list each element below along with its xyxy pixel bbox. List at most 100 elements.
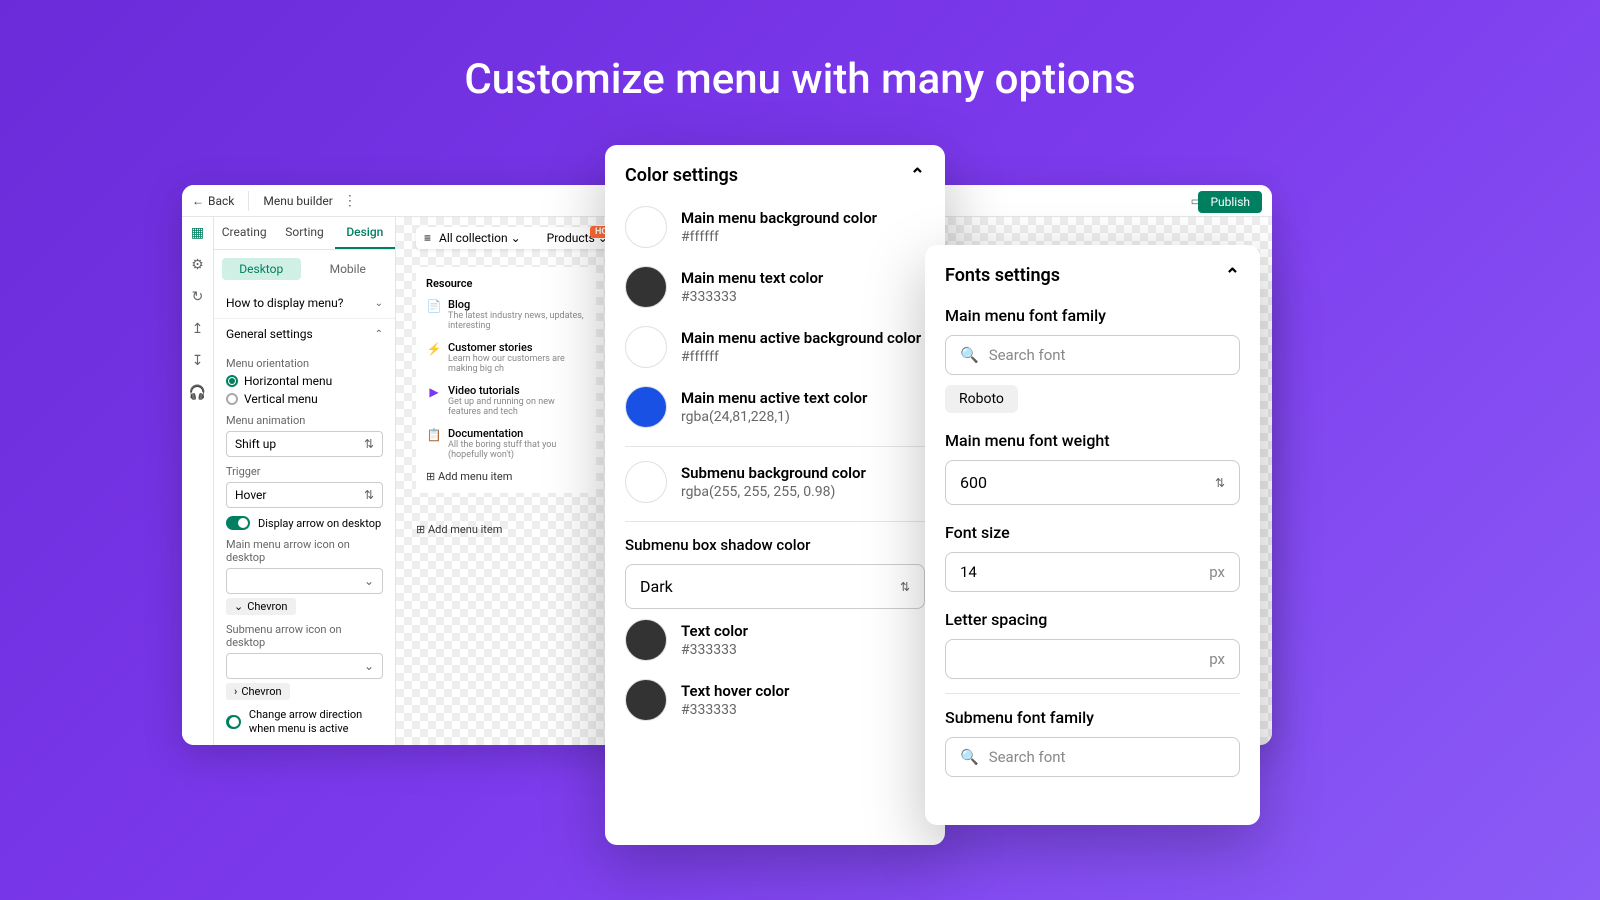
resource-title: Blog: [448, 298, 586, 311]
animation-label: Menu animation: [226, 414, 383, 427]
resource-title: Video tutorials: [448, 384, 586, 397]
color-row[interactable]: Main menu background color #ffffff: [625, 206, 925, 248]
color-swatch: [625, 461, 667, 503]
size-input[interactable]: 14px: [945, 552, 1240, 592]
radio-horizontal-label: Horizontal menu: [244, 374, 332, 388]
resource-title: Customer stories: [448, 341, 586, 354]
back-label: Back: [208, 194, 234, 208]
trigger-select[interactable]: Hover⇅: [226, 482, 383, 508]
color-title: Main menu active background color: [681, 329, 921, 347]
menu-all-collection[interactable]: All collection ⌄: [439, 231, 521, 245]
animation-select[interactable]: Shift up⇅: [226, 431, 383, 457]
weight-select[interactable]: 600⇅: [945, 460, 1240, 505]
section-howto[interactable]: How to display menu? ⌄: [226, 296, 383, 310]
kebab-icon[interactable]: ⋮: [343, 193, 357, 209]
font-search-input[interactable]: 🔍Search font: [945, 335, 1240, 375]
shadow-label: Submenu box shadow color: [625, 536, 925, 554]
toggle-display-arrow[interactable]: [226, 516, 250, 530]
resource-desc: The latest industry news, updates, inter…: [448, 311, 586, 331]
sidebar-rail: ▦ ⚙ ↻ ↥ ↧ 🎧: [182, 217, 214, 745]
radio-vertical[interactable]: Vertical menu: [226, 392, 383, 406]
viewtab-mobile[interactable]: Mobile: [309, 258, 388, 280]
color-swatch: [625, 386, 667, 428]
tabs: Creating Sorting Design: [214, 217, 395, 250]
search-icon: 🔍: [960, 748, 979, 766]
main-arrow-chip[interactable]: ⌄ Chevron: [226, 598, 296, 615]
resource-item[interactable]: 📄 BlogThe latest industry news, updates, …: [426, 298, 586, 331]
color-value: #333333: [681, 642, 748, 658]
color-title: Main menu background color: [681, 209, 877, 227]
tab-sorting[interactable]: Sorting: [274, 217, 334, 249]
viewtab-desktop[interactable]: Desktop: [222, 258, 301, 280]
spacing-label: Letter spacing: [945, 610, 1240, 629]
add-menu-item-outer[interactable]: ⊞ Add menu item: [416, 523, 502, 536]
sub-font-search-input[interactable]: 🔍Search font: [945, 737, 1240, 777]
radio-vertical-label: Vertical menu: [244, 392, 318, 406]
color-row[interactable]: Text color #333333: [625, 619, 925, 661]
color-row[interactable]: Text hover color#333333: [625, 679, 925, 721]
dropdown-icon: ⇅: [364, 488, 374, 502]
color-row[interactable]: Main menu text color #333333: [625, 266, 925, 308]
page-title: Menu builder: [263, 194, 332, 208]
color-title: Main menu text color: [681, 269, 823, 287]
chevron-down-icon: ⌄: [511, 231, 521, 245]
hamburger-icon[interactable]: ≡: [424, 231, 431, 245]
color-title: Text color: [681, 622, 748, 640]
rail-sync-icon[interactable]: ↻: [190, 289, 206, 305]
color-value: rgba(24,81,228,1): [681, 409, 867, 425]
rail-upload-icon[interactable]: ↥: [190, 321, 206, 337]
sub-arrow-label: Submenu arrow icon on desktop: [226, 623, 383, 649]
sub-family-label: Submenu font family: [945, 708, 1240, 727]
tab-design[interactable]: Design: [335, 217, 395, 249]
resource-desc: Get up and running on new features and t…: [448, 397, 586, 417]
resource-item[interactable]: 📋DocumentationAll the boring stuff that …: [426, 427, 586, 460]
rail-download-icon[interactable]: ↧: [190, 353, 206, 369]
size-value: 14: [960, 563, 977, 581]
spacing-input[interactable]: px: [945, 639, 1240, 679]
radio-off-icon: [226, 393, 238, 405]
color-value: #ffffff: [681, 229, 877, 245]
toggle-change-arrow[interactable]: [226, 715, 241, 729]
menu-toolbar: ≡ All collection ⌄ Products ⌄HOT: [416, 227, 616, 249]
main-arrow-label: Main menu arrow icon on desktop: [226, 538, 383, 564]
color-row[interactable]: Main menu active background color#ffffff: [625, 326, 925, 368]
resource-item[interactable]: ⚡Customer storiesLearn how our customers…: [426, 341, 586, 374]
resource-icon: 📋: [426, 427, 442, 443]
font-chip-roboto[interactable]: Roboto: [945, 385, 1018, 413]
back-button[interactable]: ← Back: [192, 194, 234, 208]
main-arrow-select[interactable]: ⌄: [226, 568, 383, 594]
menu-products[interactable]: Products ⌄HOT: [547, 231, 608, 245]
chevron-down-icon: ⌄: [364, 659, 374, 673]
radio-horizontal[interactable]: Horizontal menu: [226, 374, 383, 388]
color-swatch: [625, 206, 667, 248]
main-family-label: Main menu font family: [945, 306, 1240, 325]
chevron-down-icon: ⌄: [375, 298, 383, 309]
chevron-up-icon[interactable]: ⌃: [910, 165, 925, 186]
tab-creating[interactable]: Creating: [214, 217, 274, 249]
publish-button[interactable]: Publish: [1198, 191, 1262, 213]
rail-menu-icon[interactable]: ▦: [190, 225, 206, 241]
sub-arrow-select[interactable]: ⌄: [226, 653, 383, 679]
section-general-label: General settings: [226, 327, 313, 341]
chevron-up-icon[interactable]: ⌃: [1225, 265, 1240, 286]
color-swatch: [625, 326, 667, 368]
add-menu-item[interactable]: ⊞ Add menu item: [426, 470, 586, 483]
rail-settings-icon[interactable]: ⚙: [190, 257, 206, 273]
settings-sidebar: Creating Sorting Design Desktop Mobile H…: [214, 217, 396, 745]
resource-heading: Resource: [426, 277, 586, 290]
color-row[interactable]: Submenu background colorrgba(255, 255, 2…: [625, 461, 925, 503]
sub-arrow-chip[interactable]: › Chevron: [226, 683, 290, 700]
search-icon: 🔍: [960, 346, 979, 364]
rail-support-icon[interactable]: 🎧: [190, 385, 206, 401]
shadow-select[interactable]: Dark⇅: [625, 564, 925, 609]
color-value: #333333: [681, 289, 823, 305]
fonts-settings-panel: Fonts settings⌃ Main menu font family 🔍S…: [925, 245, 1260, 825]
color-swatch: [625, 619, 667, 661]
resource-desc: All the boring stuff that you (hopefully…: [448, 440, 586, 460]
section-general[interactable]: General settings ⌃: [226, 327, 383, 341]
resource-icon: 📄: [426, 298, 442, 314]
color-swatch: [625, 266, 667, 308]
color-row[interactable]: Main menu active text colorrgba(24,81,22…: [625, 386, 925, 428]
resource-item[interactable]: ▶Video tutorialsGet up and running on ne…: [426, 384, 586, 417]
weight-label: Main menu font weight: [945, 431, 1240, 450]
